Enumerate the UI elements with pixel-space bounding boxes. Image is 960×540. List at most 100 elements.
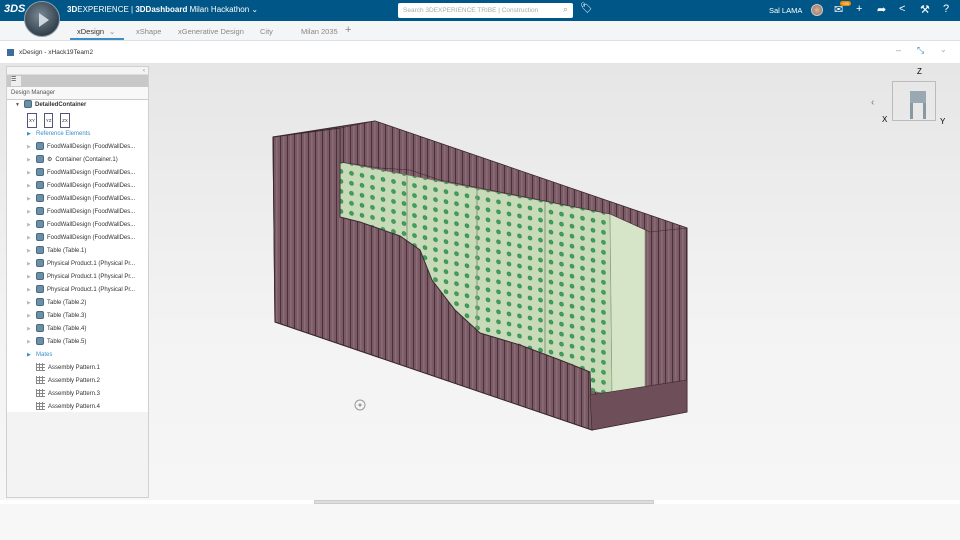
expand-arrow-icon[interactable]: ▶ [27,167,36,180]
expand-arrow-icon[interactable]: ▶ [27,284,36,297]
expand-arrow-icon[interactable]: ▶ [27,297,36,310]
part-icon [36,337,44,346]
panel-empty-area [7,412,148,497]
tools-icon[interactable]: ⚒︎ [920,3,930,16]
expand-arrow-icon[interactable]: ▶ [27,271,36,284]
expand-arrow-icon[interactable]: ▶ [27,349,36,362]
tree-item[interactable]: ▶ FoodWallDesign (FoodWallDes... [27,167,135,180]
tab-xgenerative-design[interactable]: xGenerative Design [178,27,244,36]
tree-item[interactable]: ▶ Physical Product.1 (Physical Pr... [27,258,135,271]
tree-item[interactable]: ▶ Reference Elements [27,128,90,141]
expand-arrow-icon[interactable]: ▶ [27,180,36,193]
active-tab-indicator [70,38,124,40]
tab-xshape[interactable]: xShape [136,27,161,36]
expand-arrow-icon[interactable]: ▶ [27,258,36,271]
tree-item-label: Table (Table.4) [47,326,87,332]
yz-plane-icon[interactable]: YZ [43,113,54,128]
part-icon [36,142,44,151]
expand-arrow-icon[interactable]: ▶ [27,336,36,349]
tree-item[interactable]: Assembly Pattern.2 [27,375,100,388]
collapse-icon[interactable]: ⤡ [917,45,924,56]
tree-item[interactable]: ▶ Table (Table.4) [27,323,86,336]
tab-menu-chevron[interactable]: ⌄ [109,27,115,36]
expand-arrow-icon[interactable]: ▶ [27,154,36,167]
part-icon [36,298,44,307]
axis-x-label: X [882,115,888,124]
tree-item-label: FoodWallDesign (FoodWallDes... [47,196,136,202]
share-icon[interactable]: < [899,3,905,15]
tree-view-icon[interactable]: ☰ [11,76,21,86]
tree-item[interactable]: Assembly Pattern.3 [27,388,100,401]
expand-arrow-icon[interactable]: ▶ [27,193,36,206]
avatar[interactable] [811,4,823,16]
expand-arrow-icon[interactable]: ▶ [27,206,36,219]
expand-arrow-icon[interactable]: ▶ [27,219,36,232]
rotate-manipulator-icon [354,399,366,411]
tree-root[interactable]: ▼ DetailedContainer [15,99,86,112]
3ds-logo[interactable]: 3DS [4,3,25,15]
expand-arrow-icon[interactable]: ▶ [27,310,36,323]
plane-icons: XY YZ ZX [27,113,70,128]
tree-item[interactable]: ▶ FoodWallDesign (FoodWallDes... [27,193,135,206]
part-icon [36,246,44,255]
expand-arrow-icon[interactable]: ▶ [27,128,36,141]
tab-city[interactable]: City [260,27,273,36]
part-icon [36,285,44,294]
part-icon [36,311,44,320]
tree-item-label: Physical Product.1 (Physical Pr... [47,287,136,293]
tree-item[interactable]: ▶ Table (Table.5) [27,336,86,349]
tab-milan-2035[interactable]: Milan 2035 [301,27,338,36]
tree-item[interactable]: ▶ Table (Table.2) [27,297,86,310]
tab-bar: xDesign ⌄ xShape xGenerative Design City… [0,21,960,41]
minimize-icon[interactable]: – [896,45,901,55]
tree-item-label: Table (Table.5) [47,339,87,345]
assembly-pattern-icon [36,389,45,398]
share-arrow-icon[interactable]: ➦ [877,3,886,16]
help-icon[interactable]: ? [943,3,949,15]
chair-preview-icon [910,91,926,103]
tree-item[interactable]: ▶ FoodWallDesign (FoodWallDes... [27,141,135,154]
dashboard-space: Milan Hackathon [189,5,250,14]
chevron-down-icon[interactable]: ⌄ [251,5,258,14]
tree-item[interactable]: ▶ FoodWallDesign (FoodWallDes... [27,232,135,245]
zx-plane-icon[interactable]: ZX [60,113,70,128]
tab-xdesign[interactable]: xDesign [77,27,104,36]
part-icon [36,181,44,190]
top-bar: 3DS 3DEXPERIENCE | 3DDashboard Milan Hac… [0,0,960,37]
tag-icon[interactable]: 🏷︎ [580,3,593,14]
tree-item[interactable]: ▶ FoodWallDesign (FoodWallDes... [27,206,135,219]
expand-arrow-icon[interactable]: ▶ [27,323,36,336]
compass-icon[interactable] [24,1,60,37]
tree-item-label: Assembly Pattern.3 [48,391,101,397]
user-name[interactable]: Sal LAMA [769,6,802,15]
app-title[interactable]: 3DEXPERIENCE | 3DDashboard Milan Hackath… [67,5,258,14]
view-cube[interactable]: ‹ Z X Y [871,67,952,133]
expand-arrow-icon[interactable]: ▶ [27,141,36,154]
collapse-panel-icon[interactable]: ‹ [7,67,148,75]
add-tab-icon[interactable]: + [345,24,351,36]
tree-item[interactable]: ▶ FoodWallDesign (FoodWallDes... [27,219,135,232]
part-icon [36,168,44,177]
tree-item[interactable]: ▶ Table (Table.1) [27,245,86,258]
app-brand-bold: 3D [67,5,78,14]
tree-item[interactable]: ▶ Physical Product.1 (Physical Pr... [27,284,135,297]
tree-item[interactable]: ▶ FoodWallDesign (FoodWallDes... [27,180,135,193]
tree-item[interactable]: Assembly Pattern.1 [27,362,100,375]
expand-arrow-icon[interactable]: ▶ [27,245,36,258]
search-input[interactable]: Search 3DEXPERIENCE TRIBE | Construction… [398,3,573,18]
tree-item[interactable]: ▶ Physical Product.1 (Physical Pr... [27,271,135,284]
expand-arrow-icon[interactable]: ▶ [27,232,36,245]
tree-item[interactable]: ▶ Table (Table.3) [27,310,86,323]
chevron-left-icon[interactable]: ‹ [871,97,874,108]
axis-y-label: Y [940,117,946,126]
xy-plane-icon[interactable]: XY [27,113,38,128]
search-icon[interactable]: ⌕ [563,4,568,15]
tree-item-label: FoodWallDesign (FoodWallDes... [47,144,136,150]
tree-item-label: Table (Table.1) [47,248,87,254]
tree-item[interactable]: ▶ ⚙ Container (Container.1) [27,154,118,167]
plus-icon[interactable]: + [856,3,862,15]
widget-menu-chevron-icon[interactable]: ⌄ [940,45,947,54]
tree-item[interactable]: ▶ Mates [27,349,52,362]
panel-stack-edge [609,213,646,403]
expand-arrow-icon[interactable]: ▼ [15,99,24,112]
